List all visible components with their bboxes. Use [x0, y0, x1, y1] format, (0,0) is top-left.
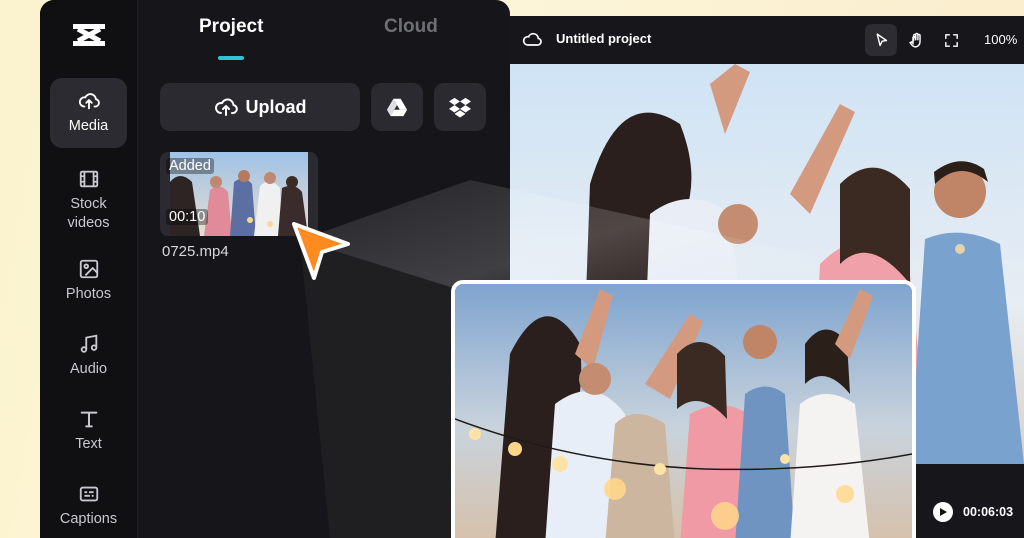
video-frame-card — [451, 280, 916, 538]
playback-bar: 00:06:03 — [915, 494, 1024, 538]
cloud-upload-icon — [214, 98, 238, 116]
sidebar-item-text[interactable]: Text — [50, 396, 127, 466]
play-button[interactable] — [933, 502, 953, 522]
tab-cloud[interactable]: Cloud — [384, 16, 438, 38]
cloud-upload-icon — [78, 93, 100, 110]
play-icon — [940, 508, 947, 516]
duration-label: 00:10 — [166, 209, 209, 225]
project-title[interactable]: Untitled project — [556, 31, 651, 46]
sidebar-item-label: Captions — [59, 511, 118, 528]
sidebar: Media Stock videos Photos Audio Text Cap… — [40, 0, 138, 538]
zoom-level[interactable]: 100% — [984, 32, 1017, 47]
fullscreen-button[interactable] — [935, 24, 967, 56]
cloud-icon[interactable] — [522, 30, 542, 50]
cursor-pointer-icon — [292, 222, 350, 280]
sidebar-item-audio[interactable]: Audio — [50, 321, 127, 391]
editor-toolbar: Untitled project 100% — [510, 16, 1024, 64]
music-note-icon — [80, 334, 97, 353]
sidebar-item-label: Audio — [69, 361, 108, 378]
upload-label: Upload — [245, 96, 307, 117]
active-tab-indicator — [218, 56, 244, 60]
sidebar-item-media[interactable]: Media — [50, 78, 127, 148]
text-t-icon — [80, 411, 97, 428]
added-badge: Added — [166, 158, 214, 174]
pointer-tool-button[interactable] — [865, 24, 897, 56]
upload-button[interactable]: Upload — [160, 83, 360, 131]
sidebar-item-label: Text — [75, 436, 102, 453]
sidebar-item-label: Stock videos — [67, 195, 110, 231]
fullscreen-icon — [944, 33, 958, 47]
hand-icon — [908, 32, 921, 48]
image-icon — [79, 259, 98, 279]
film-icon — [79, 170, 98, 187]
sidebar-item-label: Media — [68, 118, 109, 135]
hand-tool-button[interactable] — [900, 24, 932, 56]
sidebar-item-captions[interactable]: Captions — [50, 471, 127, 538]
capcut-logo — [73, 24, 105, 46]
tab-project[interactable]: Project — [199, 16, 263, 38]
sidebar-item-label: Photos — [65, 286, 112, 303]
dropbox-icon — [449, 97, 471, 118]
dropbox-button[interactable] — [434, 83, 486, 131]
media-app-window: Media Stock videos Photos Audio Text Cap… — [40, 0, 510, 538]
pointer-icon — [876, 32, 887, 46]
video-frame-image — [455, 284, 912, 538]
captions-icon — [79, 486, 98, 502]
google-drive-button[interactable] — [371, 83, 423, 131]
google-drive-icon — [386, 98, 408, 117]
sidebar-item-photos[interactable]: Photos — [50, 246, 127, 316]
playback-time: 00:06:03 — [963, 505, 1014, 519]
sidebar-item-stock-videos[interactable]: Stock videos — [50, 160, 127, 240]
media-filename: 0725.mp4 — [162, 243, 229, 260]
